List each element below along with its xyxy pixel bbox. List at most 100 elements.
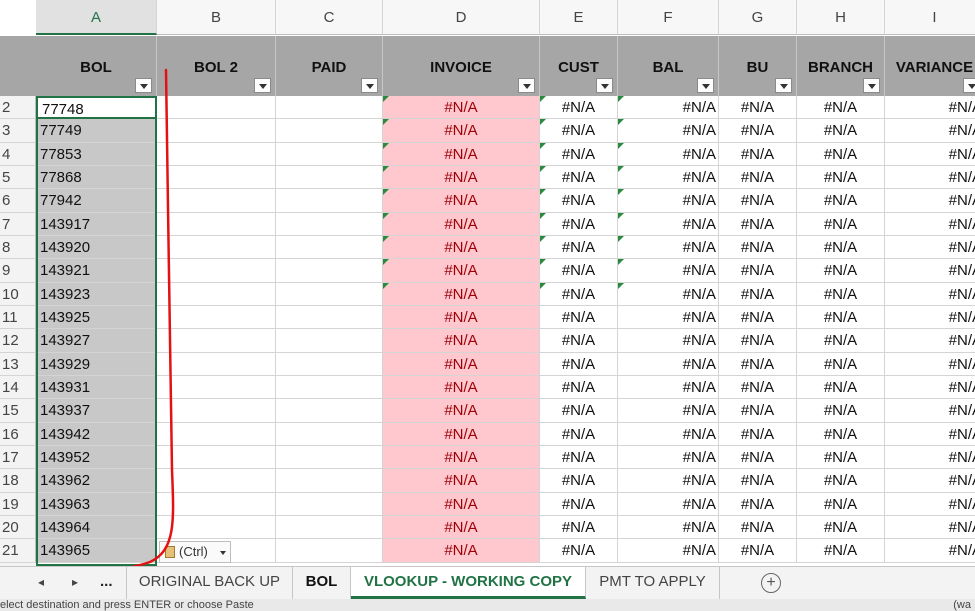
header-cell[interactable]: PAID xyxy=(276,36,383,96)
bol-cell[interactable]: 143952 xyxy=(36,445,157,470)
na-cell[interactable]: #N/A xyxy=(885,539,975,563)
na-cell[interactable]: #N/A xyxy=(618,305,719,330)
na-cell[interactable]: #N/A xyxy=(719,515,797,540)
na-cell[interactable]: #N/A xyxy=(885,213,975,236)
na-cell[interactable]: #N/A xyxy=(885,446,975,470)
row-number[interactable]: 2 xyxy=(0,96,36,120)
na-cell[interactable]: #N/A xyxy=(383,375,540,400)
header-cell[interactable]: CUST xyxy=(540,36,618,96)
header-cell[interactable]: BAL xyxy=(618,36,719,96)
bol2-cell[interactable] xyxy=(157,399,276,423)
bol-cell[interactable]: 77749 xyxy=(36,119,157,143)
paid-cell[interactable] xyxy=(276,469,383,493)
header-cell[interactable]: BOL xyxy=(36,36,157,96)
bol2-cell[interactable] xyxy=(157,329,276,353)
na-cell[interactable]: #N/A xyxy=(797,142,885,166)
row-number[interactable]: 21 xyxy=(0,539,36,563)
header-cell[interactable]: BOL 2 xyxy=(157,36,276,96)
na-cell[interactable]: #N/A xyxy=(885,259,975,283)
na-cell[interactable]: #N/A xyxy=(618,165,719,190)
paid-cell[interactable] xyxy=(276,212,383,236)
na-cell[interactable]: #N/A xyxy=(797,375,885,400)
na-cell[interactable]: #N/A xyxy=(540,352,618,376)
row-number[interactable]: 8 xyxy=(0,235,36,260)
na-cell[interactable]: #N/A xyxy=(885,399,975,423)
filter-dropdown-icon[interactable] xyxy=(963,78,975,93)
tab-vlookup-working-copy[interactable]: VLOOKUP - WORKING COPY xyxy=(351,567,586,599)
header-cell[interactable]: INVOICE xyxy=(383,36,540,96)
na-cell[interactable]: #N/A xyxy=(797,212,885,236)
na-cell[interactable]: #N/A xyxy=(797,399,885,423)
column-letter-f[interactable]: F xyxy=(618,0,719,35)
bol-cell[interactable]: 77853 xyxy=(36,142,157,166)
na-cell[interactable]: #N/A xyxy=(383,305,540,330)
paid-cell[interactable] xyxy=(276,352,383,376)
na-cell[interactable]: #N/A xyxy=(383,539,540,563)
paid-cell[interactable] xyxy=(276,305,383,330)
paid-cell[interactable] xyxy=(276,235,383,260)
bol2-cell[interactable] xyxy=(157,515,276,540)
filter-dropdown-icon[interactable] xyxy=(863,78,880,93)
na-cell[interactable]: #N/A xyxy=(719,119,797,143)
na-cell[interactable]: #N/A xyxy=(540,469,618,493)
na-cell[interactable]: #N/A xyxy=(383,469,540,493)
row-number[interactable]: 6 xyxy=(0,189,36,213)
na-cell[interactable]: #N/A xyxy=(618,119,719,143)
paid-cell[interactable] xyxy=(276,492,383,516)
na-cell[interactable]: #N/A xyxy=(540,189,618,213)
na-cell[interactable]: #N/A xyxy=(540,165,618,190)
row-number[interactable]: 15 xyxy=(0,399,36,423)
na-cell[interactable]: #N/A xyxy=(540,492,618,516)
na-cell[interactable]: #N/A xyxy=(719,189,797,213)
na-cell[interactable]: #N/A xyxy=(540,375,618,400)
na-cell[interactable]: #N/A xyxy=(618,492,719,516)
bol-cell[interactable]: 143917 xyxy=(36,212,157,236)
na-cell[interactable]: #N/A xyxy=(383,96,540,120)
bol2-cell[interactable] xyxy=(157,96,276,120)
na-cell[interactable]: #N/A xyxy=(383,352,540,376)
na-cell[interactable]: #N/A xyxy=(540,142,618,166)
na-cell[interactable]: #N/A xyxy=(383,329,540,353)
na-cell[interactable]: #N/A xyxy=(885,96,975,120)
bol2-cell[interactable] xyxy=(157,305,276,330)
row-number[interactable]: 11 xyxy=(0,305,36,330)
paid-cell[interactable] xyxy=(276,96,383,120)
bol2-cell[interactable] xyxy=(157,422,276,446)
na-cell[interactable]: #N/A xyxy=(797,119,885,143)
na-cell[interactable]: #N/A xyxy=(618,515,719,540)
bol-cell[interactable]: 143965 xyxy=(36,539,157,563)
filter-dropdown-icon[interactable] xyxy=(775,78,792,93)
paid-cell[interactable] xyxy=(276,329,383,353)
na-cell[interactable]: #N/A xyxy=(719,329,797,353)
na-cell[interactable]: #N/A xyxy=(885,376,975,400)
na-cell[interactable]: #N/A xyxy=(540,445,618,470)
paste-options-button[interactable]: (Ctrl) xyxy=(159,541,231,563)
na-cell[interactable]: #N/A xyxy=(618,142,719,166)
bol-cell[interactable]: 143929 xyxy=(36,352,157,376)
na-cell[interactable]: #N/A xyxy=(719,492,797,516)
na-cell[interactable]: #N/A xyxy=(383,399,540,423)
na-cell[interactable]: #N/A xyxy=(797,165,885,190)
na-cell[interactable]: #N/A xyxy=(885,493,975,516)
na-cell[interactable]: #N/A xyxy=(719,539,797,563)
tab-pmt-to-apply[interactable]: PMT TO APPLY xyxy=(586,567,720,599)
bol-cell[interactable]: 143920 xyxy=(36,235,157,260)
bol2-cell[interactable] xyxy=(157,212,276,236)
na-cell[interactable]: #N/A xyxy=(797,329,885,353)
na-cell[interactable]: #N/A xyxy=(383,282,540,306)
paid-cell[interactable] xyxy=(276,539,383,563)
row-number[interactable]: 17 xyxy=(0,445,36,470)
column-letter-c[interactable]: C xyxy=(276,0,383,35)
na-cell[interactable]: #N/A xyxy=(719,352,797,376)
na-cell[interactable]: #N/A xyxy=(719,259,797,283)
na-cell[interactable]: #N/A xyxy=(719,305,797,330)
na-cell[interactable]: #N/A xyxy=(618,352,719,376)
na-cell[interactable]: #N/A xyxy=(540,282,618,306)
na-cell[interactable]: #N/A xyxy=(797,235,885,260)
na-cell[interactable]: #N/A xyxy=(540,399,618,423)
header-cell[interactable]: BU xyxy=(719,36,797,96)
na-cell[interactable]: #N/A xyxy=(797,469,885,493)
bol-cell[interactable]: 143963 xyxy=(36,492,157,516)
na-cell[interactable]: #N/A xyxy=(540,422,618,446)
na-cell[interactable]: #N/A xyxy=(383,259,540,283)
